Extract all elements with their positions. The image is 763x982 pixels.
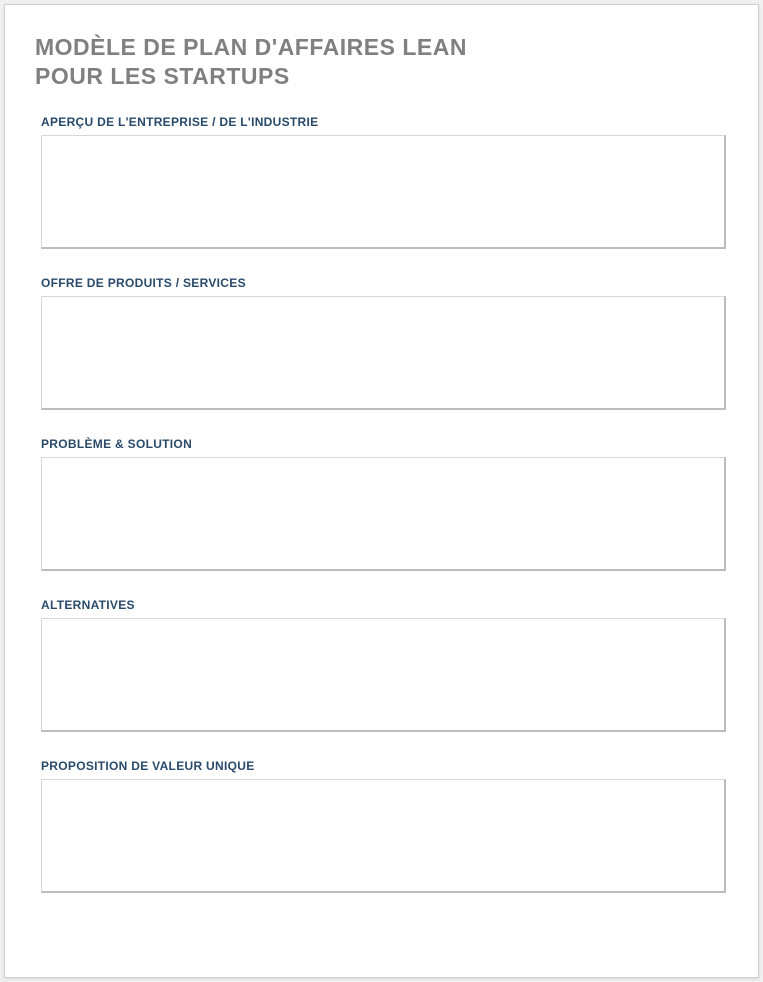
section-label: ALTERNATIVES [41,598,726,612]
section-products-services: OFFRE DE PRODUITS / SERVICES [35,276,728,415]
section-label: PROBLÈME & SOLUTION [41,437,726,451]
section-label: PROPOSITION DE VALEUR UNIQUE [41,759,726,773]
document-title: MODÈLE DE PLAN D'AFFAIRES LEAN POUR LES … [35,33,728,91]
problem-solution-input[interactable] [41,457,726,571]
products-services-input[interactable] [41,296,726,410]
section-label: APERÇU DE L'ENTREPRISE / DE L'INDUSTRIE [41,115,726,129]
title-line-2: POUR LES STARTUPS [35,63,290,89]
title-line-1: MODÈLE DE PLAN D'AFFAIRES LEAN [35,34,467,60]
value-proposition-input[interactable] [41,779,726,893]
company-overview-input[interactable] [41,135,726,249]
section-company-overview: APERÇU DE L'ENTREPRISE / DE L'INDUSTRIE [35,115,728,254]
section-value-proposition: PROPOSITION DE VALEUR UNIQUE [35,759,728,898]
section-problem-solution: PROBLÈME & SOLUTION [35,437,728,576]
section-label: OFFRE DE PRODUITS / SERVICES [41,276,726,290]
document-page: MODÈLE DE PLAN D'AFFAIRES LEAN POUR LES … [4,4,759,978]
section-alternatives: ALTERNATIVES [35,598,728,737]
alternatives-input[interactable] [41,618,726,732]
